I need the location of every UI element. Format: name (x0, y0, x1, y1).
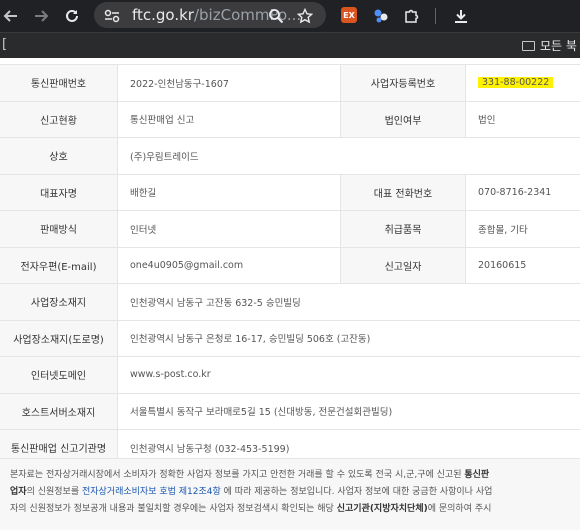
row-value: 인천광역시 남동구 은청로 16-17, 승민빌딩 506호 (고잔동) (130, 334, 371, 346)
all-bookmarks-folder[interactable]: 모든 북 (522, 37, 577, 54)
row-label: 전자우편(E-mail) (0, 247, 118, 283)
notice-bold: 신고기관(지방자치단체) (336, 504, 428, 514)
row-label: 법인여부 (340, 101, 466, 137)
forward-arrow-icon[interactable] (30, 0, 52, 32)
row-label: 호스트서버소재지 (0, 393, 118, 429)
notice-line: 자의 신원정보가 정보공개 내용과 불일치할 경우에는 사업자 정보검색시 확인… (10, 501, 574, 518)
row-value: 2022-인천남동구-1607 (130, 78, 229, 90)
notice-text-span: 의 신원정보를 (26, 487, 82, 497)
law-link[interactable]: 전자상거래소비자보 호법 제12조4항 (82, 487, 221, 497)
row-label: 통신판매번호 (0, 65, 118, 101)
notice-text-span: 자의 신원정보가 정보공개 내용과 불일치할 경우에는 사업자 정보검색시 확인… (10, 504, 337, 514)
row-label: 인터넷도메인 (0, 357, 118, 393)
row-label: 상호 (0, 138, 118, 174)
bookmarks-bar: [ 모든 북 (0, 32, 580, 58)
table-row: 사업장소재지 인천광역시 남동구 고잔동 632-5 승민빌딩 (0, 284, 580, 321)
extensions-puzzle-icon[interactable] (400, 0, 422, 32)
folder-icon (522, 40, 535, 51)
toolbar-separator (435, 8, 436, 24)
notice-line: 본자료는 전자상거래시장에서 소비자가 정확한 사업자 정보를 가지고 안전한 … (10, 467, 574, 484)
table-row: 전자우편(E-mail) one4u0905@gmail.com 신고일자 20… (0, 247, 580, 284)
row-value: 법인 (478, 115, 496, 127)
reload-icon[interactable] (60, 0, 84, 32)
zoom-icon[interactable] (265, 0, 287, 32)
row-value: 서울특별시 동작구 보라매로5길 15 (신대방동, 전문건설회관빌딩) (130, 407, 393, 419)
table-row: 상호 (주)우림트레이드 (0, 138, 580, 175)
page-content: 통신판매번호 2022-인천남동구-1607 사업자등록번호 331-88-00… (0, 58, 580, 530)
table-row: 통신판매번호 2022-인천남동구-1607 사업자등록번호 331-88-00… (0, 65, 580, 102)
url-host: ftc.go.kr (132, 6, 194, 24)
notice-text-span: 에 따라 제공하는 정보입니다. 사업자 정보에 대한 궁금한 사항이나 사업 (220, 487, 493, 497)
notice-text-span: 본자료는 전자상거래시장에서 소비자가 정확한 사업자 정보를 가지고 안전한 … (10, 470, 465, 480)
table-row: 호스트서버소재지 서울특별시 동작구 보라매로5길 15 (신대방동, 전문건설… (0, 393, 580, 430)
table-row: 대표자명 배한길 대표 전화번호 070-8716-2341 (0, 174, 580, 211)
row-value: (주)우림트레이드 (130, 151, 199, 163)
download-icon[interactable] (450, 0, 472, 32)
row-label: 사업장소재지(도로명) (0, 320, 118, 356)
table-row: 인터넷도메인 www.s-post.co.kr (0, 357, 580, 394)
all-bookmarks-label: 모든 북 (540, 39, 577, 53)
email-value[interactable]: one4u0905@gmail.com (118, 248, 340, 284)
table-row: 판매방식 인터넷 취급품목 종합몰, 기타 (0, 211, 580, 248)
row-value: 배한길 (130, 188, 157, 200)
row-label: 대표자명 (0, 174, 118, 210)
notice-line: 업자의 신원정보를 전자상거래소비자보 호법 제12조4항 에 따라 제공하는 … (10, 484, 574, 501)
ex-extension-icon[interactable]: EX (341, 7, 357, 23)
site-info-icon[interactable] (102, 0, 122, 32)
notice-bold: 통신판 (464, 470, 490, 480)
bookmark-left-glyph[interactable]: [ (2, 37, 7, 52)
notice-text: 본자료는 전자상거래시장에서 소비자가 정확한 사업자 정보를 가지고 안전한 … (0, 458, 580, 530)
notice-text-span: 에 문의하여 주시 (427, 504, 492, 514)
row-label: 취급품목 (340, 211, 466, 247)
row-label: 판매방식 (0, 211, 118, 247)
browser-toolbar: ftc.go.kr/bizCommPo... EX (0, 0, 580, 32)
row-label: 대표 전화번호 (340, 174, 466, 210)
row-value: 20160615 (478, 259, 527, 271)
extension-multicolor-icon[interactable] (370, 0, 392, 32)
row-label: 신고현황 (0, 101, 118, 137)
row-value: 종합몰, 기타 (478, 224, 528, 236)
row-label: 사업자등록번호 (340, 65, 466, 101)
table-row: 신고현황 통신판매업 신고 법인여부 법인 (0, 101, 580, 138)
row-value: 통신판매업 신고 (130, 115, 195, 127)
table-row: 사업장소재지(도로명) 인천광역시 남동구 은청로 16-17, 승민빌딩 50… (0, 320, 580, 357)
row-value: 인천광역시 남동구 고잔동 632-5 승민빌딩 (130, 297, 301, 309)
row-value: 070-8716-2341 (478, 186, 552, 198)
bookmark-star-icon[interactable] (294, 0, 316, 32)
notice-bold: 업자 (10, 487, 27, 497)
row-value: 인터넷 (130, 224, 157, 236)
row-value: 331-88-00222 (466, 65, 580, 101)
business-registration-number: 331-88-00222 (478, 77, 554, 89)
back-arrow-icon[interactable] (0, 0, 22, 32)
row-label: 사업장소재지 (0, 284, 118, 320)
row-label: 신고일자 (340, 247, 466, 283)
business-info-table: 통신판매번호 2022-인천남동구-1607 사업자등록번호 331-88-00… (0, 64, 580, 467)
domain-value[interactable]: www.s-post.co.kr (118, 357, 580, 393)
